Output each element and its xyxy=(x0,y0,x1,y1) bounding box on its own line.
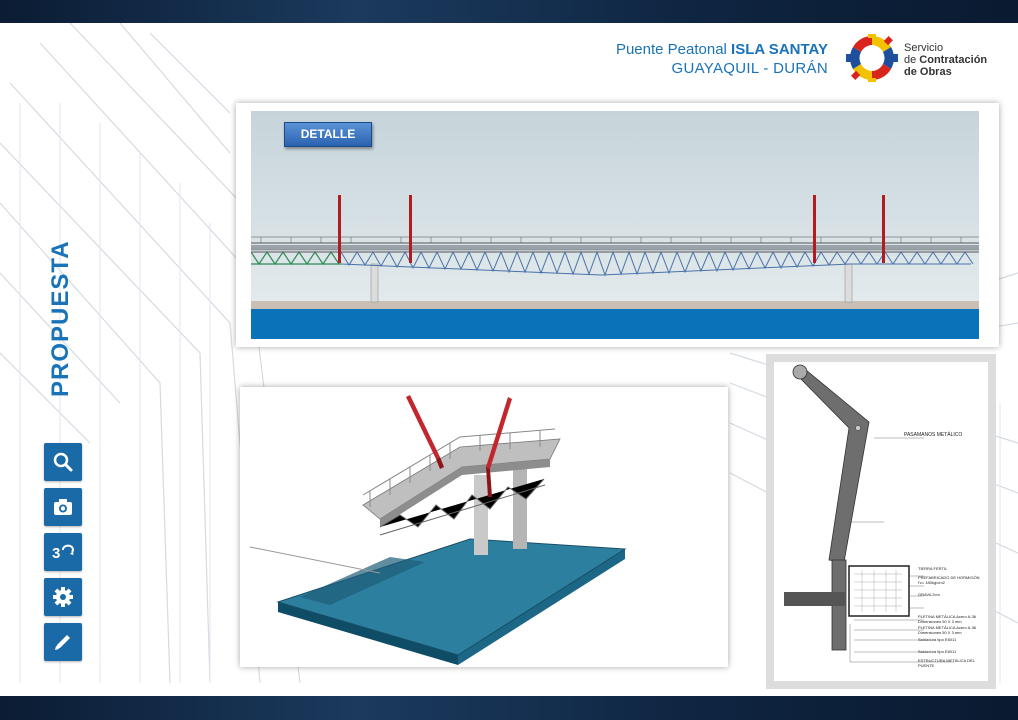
edit-button[interactable] xyxy=(44,623,82,661)
top-bar xyxy=(0,0,1018,23)
camera-icon xyxy=(54,499,72,515)
svg-text:3: 3 xyxy=(52,545,60,562)
detail-label-8: ESTRUCTURA METÁLICA DEL PUENTE xyxy=(918,658,975,668)
detail-label-3: GRAVA 2cm xyxy=(918,592,940,597)
detail-label-5: PLETINA METÁLICA Acero A-36 Dimensiones … xyxy=(918,625,977,635)
3d-icon: 3 xyxy=(52,544,74,562)
bottom-bar xyxy=(0,696,1018,720)
pencil-icon xyxy=(55,635,70,650)
logo-text: Servicio de Contratación de Obras xyxy=(904,42,988,78)
railing-detail-frame: PASAMANOS METÁLICO TIERRA FERTIL PREFABR… xyxy=(766,354,996,689)
search-icon xyxy=(53,452,73,472)
detail-label-6: Soldadura tipo E6011 xyxy=(918,637,957,642)
detail-label-4: PLETINA METÁLICA Acero A-36 Dimensiones … xyxy=(918,614,977,624)
logo: Servicio de Contratación de Obras xyxy=(846,32,1006,84)
detail-label-1: TIERRA FERTIL xyxy=(918,566,948,571)
zoom-button[interactable] xyxy=(44,443,82,481)
railing-detail-drawing: PASAMANOS METÁLICO TIERRA FERTIL PREFABR… xyxy=(774,362,988,681)
header-title: Puente Peatonal ISLA SANTAY xyxy=(615,41,828,58)
logo-gear-icon xyxy=(846,32,898,84)
detail-button[interactable]: DETALLE xyxy=(284,122,372,147)
detail-main-label: PASAMANOS METÁLICO xyxy=(904,432,963,438)
bridge-3d-render xyxy=(249,395,627,665)
header-title-block: Puente Peatonal ISLA SANTAY GUAYAQUIL - … xyxy=(616,40,828,78)
detail-label-7: Soldadura tipo E6011 xyxy=(918,649,957,654)
settings-button[interactable] xyxy=(44,578,82,616)
section-title: PROPUESTA xyxy=(47,240,74,397)
tool-column: 3 xyxy=(44,443,82,668)
camera-button[interactable] xyxy=(44,488,82,526)
gear-icon xyxy=(53,587,73,607)
detail-label-2: PREFABRICADO DE HORMIGÓN f'c= 180kg/cm2 xyxy=(918,575,980,585)
3d-view-button[interactable]: 3 xyxy=(44,533,82,571)
bridge-3d-render-frame xyxy=(240,387,728,667)
header-subtitle: GUAYAQUIL - DURÁN xyxy=(671,60,828,77)
